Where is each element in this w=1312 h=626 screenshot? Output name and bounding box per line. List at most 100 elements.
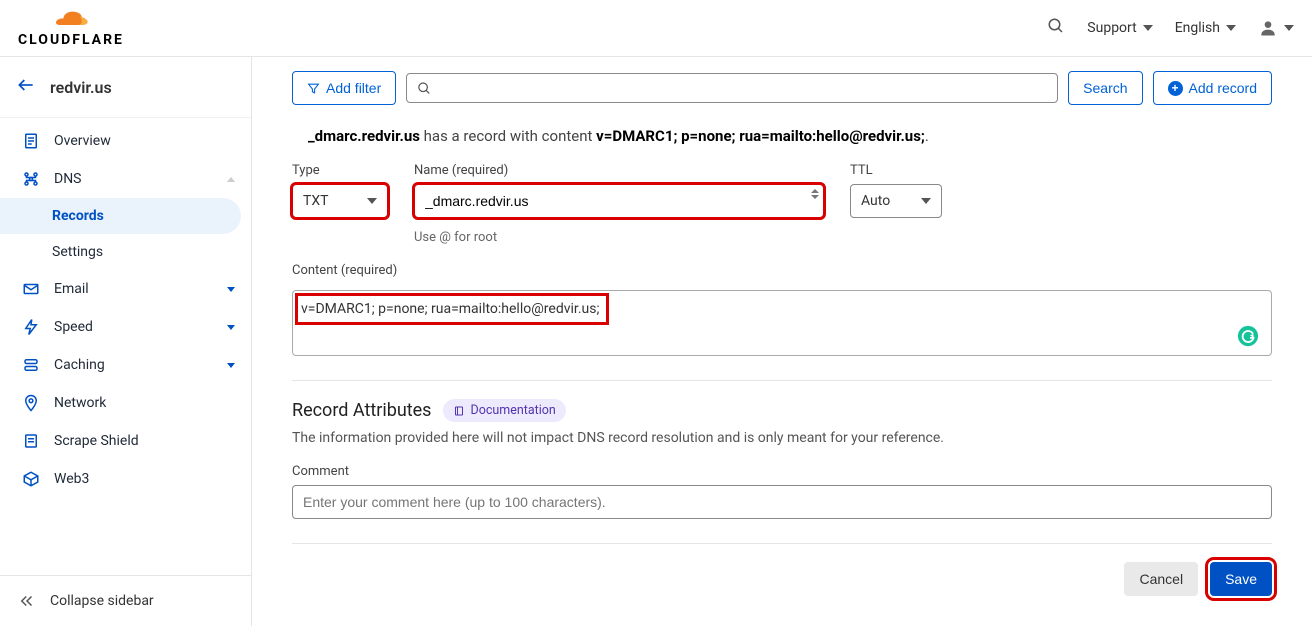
nav-speed[interactable]: Speed (0, 308, 251, 346)
save-label: Save (1225, 571, 1257, 587)
nav-label: Web3 (54, 471, 235, 487)
content-field: Content (required) v=DMARC1; p=none; rua… (292, 263, 1272, 356)
divider (292, 543, 1272, 544)
nav-caching[interactable]: Caching (0, 346, 251, 384)
cube-icon (22, 470, 40, 488)
back-arrow-icon[interactable] (16, 75, 36, 99)
comment-input[interactable] (303, 494, 1261, 510)
save-button[interactable]: Save (1210, 562, 1272, 596)
info-host: _dmarc.redvir.us (308, 127, 420, 145)
nav-label: Caching (54, 357, 213, 373)
documentation-link[interactable]: Documentation (443, 399, 565, 422)
form-footer: Cancel Save (292, 562, 1272, 606)
records-search-input[interactable] (432, 80, 1047, 96)
comment-field: Comment (292, 464, 1272, 519)
sidebar: redvir.us Overview DNS Records Settings … (0, 57, 252, 626)
nav-dns-settings[interactable]: Settings (0, 234, 251, 270)
support-label: Support (1087, 20, 1136, 36)
logo-cloud-icon (51, 8, 91, 32)
nav-label: Overview (54, 133, 235, 149)
name-helper: Use @ for root (414, 230, 824, 245)
domain-name: redvir.us (50, 78, 112, 97)
toolbar: Add filter Search + Add record (292, 71, 1272, 105)
type-label: Type (292, 163, 388, 178)
type-select[interactable]: TXT (292, 184, 388, 218)
cancel-label: Cancel (1139, 571, 1183, 587)
add-record-label: Add record (1189, 80, 1257, 96)
chevron-down-icon (921, 198, 931, 204)
name-field: Name (required) Use @ for root (414, 163, 824, 245)
content-value: v=DMARC1; p=none; rua=mailto:hello@redvi… (297, 295, 607, 323)
logo[interactable]: CLOUDFLARE (18, 8, 124, 48)
divider (292, 380, 1272, 381)
nav-dns[interactable]: DNS (0, 160, 251, 198)
filter-icon (307, 82, 320, 95)
collapse-label: Collapse sidebar (50, 593, 154, 609)
ttl-field: TTL Auto (850, 163, 942, 245)
save-highlight: Save (1210, 562, 1272, 596)
ttl-value: Auto (861, 193, 890, 209)
dns-icon (22, 170, 40, 188)
info-end: . (925, 127, 929, 145)
content-label: Content (required) (292, 263, 1272, 278)
nav-overview[interactable]: Overview (0, 122, 251, 160)
topbar: CLOUDFLARE Support English (0, 0, 1312, 57)
top-right-nav: Support English (1047, 17, 1294, 39)
add-filter-button[interactable]: Add filter (292, 71, 396, 105)
name-input-wrapper[interactable] (414, 184, 824, 218)
nav-label: Scrape Shield (54, 433, 235, 449)
chevron-down-icon (227, 325, 235, 330)
name-input[interactable] (425, 193, 813, 209)
search-label: Search (1083, 80, 1127, 96)
record-attributes-header: Record Attributes Documentation (292, 399, 1272, 422)
nav-label: Speed (54, 319, 213, 335)
search-icon[interactable] (1047, 17, 1065, 39)
type-field: Type TXT (292, 163, 388, 245)
documentation-label: Documentation (470, 403, 555, 418)
collapse-sidebar[interactable]: Collapse sidebar (0, 575, 251, 626)
chevron-down-icon (227, 363, 235, 368)
ttl-label: TTL (850, 163, 942, 178)
chevron-up-icon (227, 177, 235, 182)
nav-label: Settings (52, 244, 235, 260)
name-label: Name (required) (414, 163, 824, 178)
chevron-down-icon (1226, 25, 1236, 31)
record-attributes-title: Record Attributes (292, 400, 431, 421)
collapse-icon (18, 592, 36, 610)
comment-label: Comment (292, 464, 1272, 479)
record-attributes-desc: The information provided here will not i… (292, 430, 1272, 446)
logo-text: CLOUDFLARE (18, 32, 124, 48)
comment-input-wrapper[interactable] (292, 485, 1272, 519)
type-value: TXT (303, 193, 328, 209)
support-menu[interactable]: Support (1087, 20, 1152, 36)
location-icon (22, 394, 40, 412)
ttl-select[interactable]: Auto (850, 184, 942, 218)
cancel-button[interactable]: Cancel (1124, 562, 1198, 596)
domain-header: redvir.us (0, 57, 251, 118)
info-content: v=DMARC1; p=none; rua=mailto:hello@redvi… (596, 127, 925, 145)
records-search-box[interactable] (406, 73, 1058, 103)
add-filter-label: Add filter (326, 80, 381, 96)
add-record-button[interactable]: + Add record (1153, 71, 1272, 105)
nav-web3[interactable]: Web3 (0, 460, 251, 498)
nav-scrape-shield[interactable]: Scrape Shield (0, 422, 251, 460)
language-menu[interactable]: English (1175, 20, 1236, 36)
search-button[interactable]: Search (1068, 71, 1142, 105)
chevron-down-icon (367, 198, 377, 204)
nav-label: Records (52, 208, 225, 224)
shield-icon (22, 432, 40, 450)
content-textarea[interactable]: v=DMARC1; p=none; rua=mailto:hello@redvi… (292, 290, 1272, 356)
plus-icon: + (1168, 81, 1183, 96)
user-menu[interactable] (1258, 18, 1294, 38)
email-icon (22, 280, 40, 298)
nav-network[interactable]: Network (0, 384, 251, 422)
nav-dns-records[interactable]: Records (0, 198, 241, 234)
nav-email[interactable]: Email (0, 270, 251, 308)
record-info-line: _dmarc.redvir.us has a record with conte… (308, 127, 1272, 145)
info-mid: has a record with content (420, 127, 596, 145)
number-stepper[interactable] (811, 189, 819, 199)
chevron-down-icon (1143, 25, 1153, 31)
language-label: English (1175, 20, 1220, 36)
grammarly-icon[interactable] (1237, 325, 1259, 347)
database-icon (22, 356, 40, 374)
